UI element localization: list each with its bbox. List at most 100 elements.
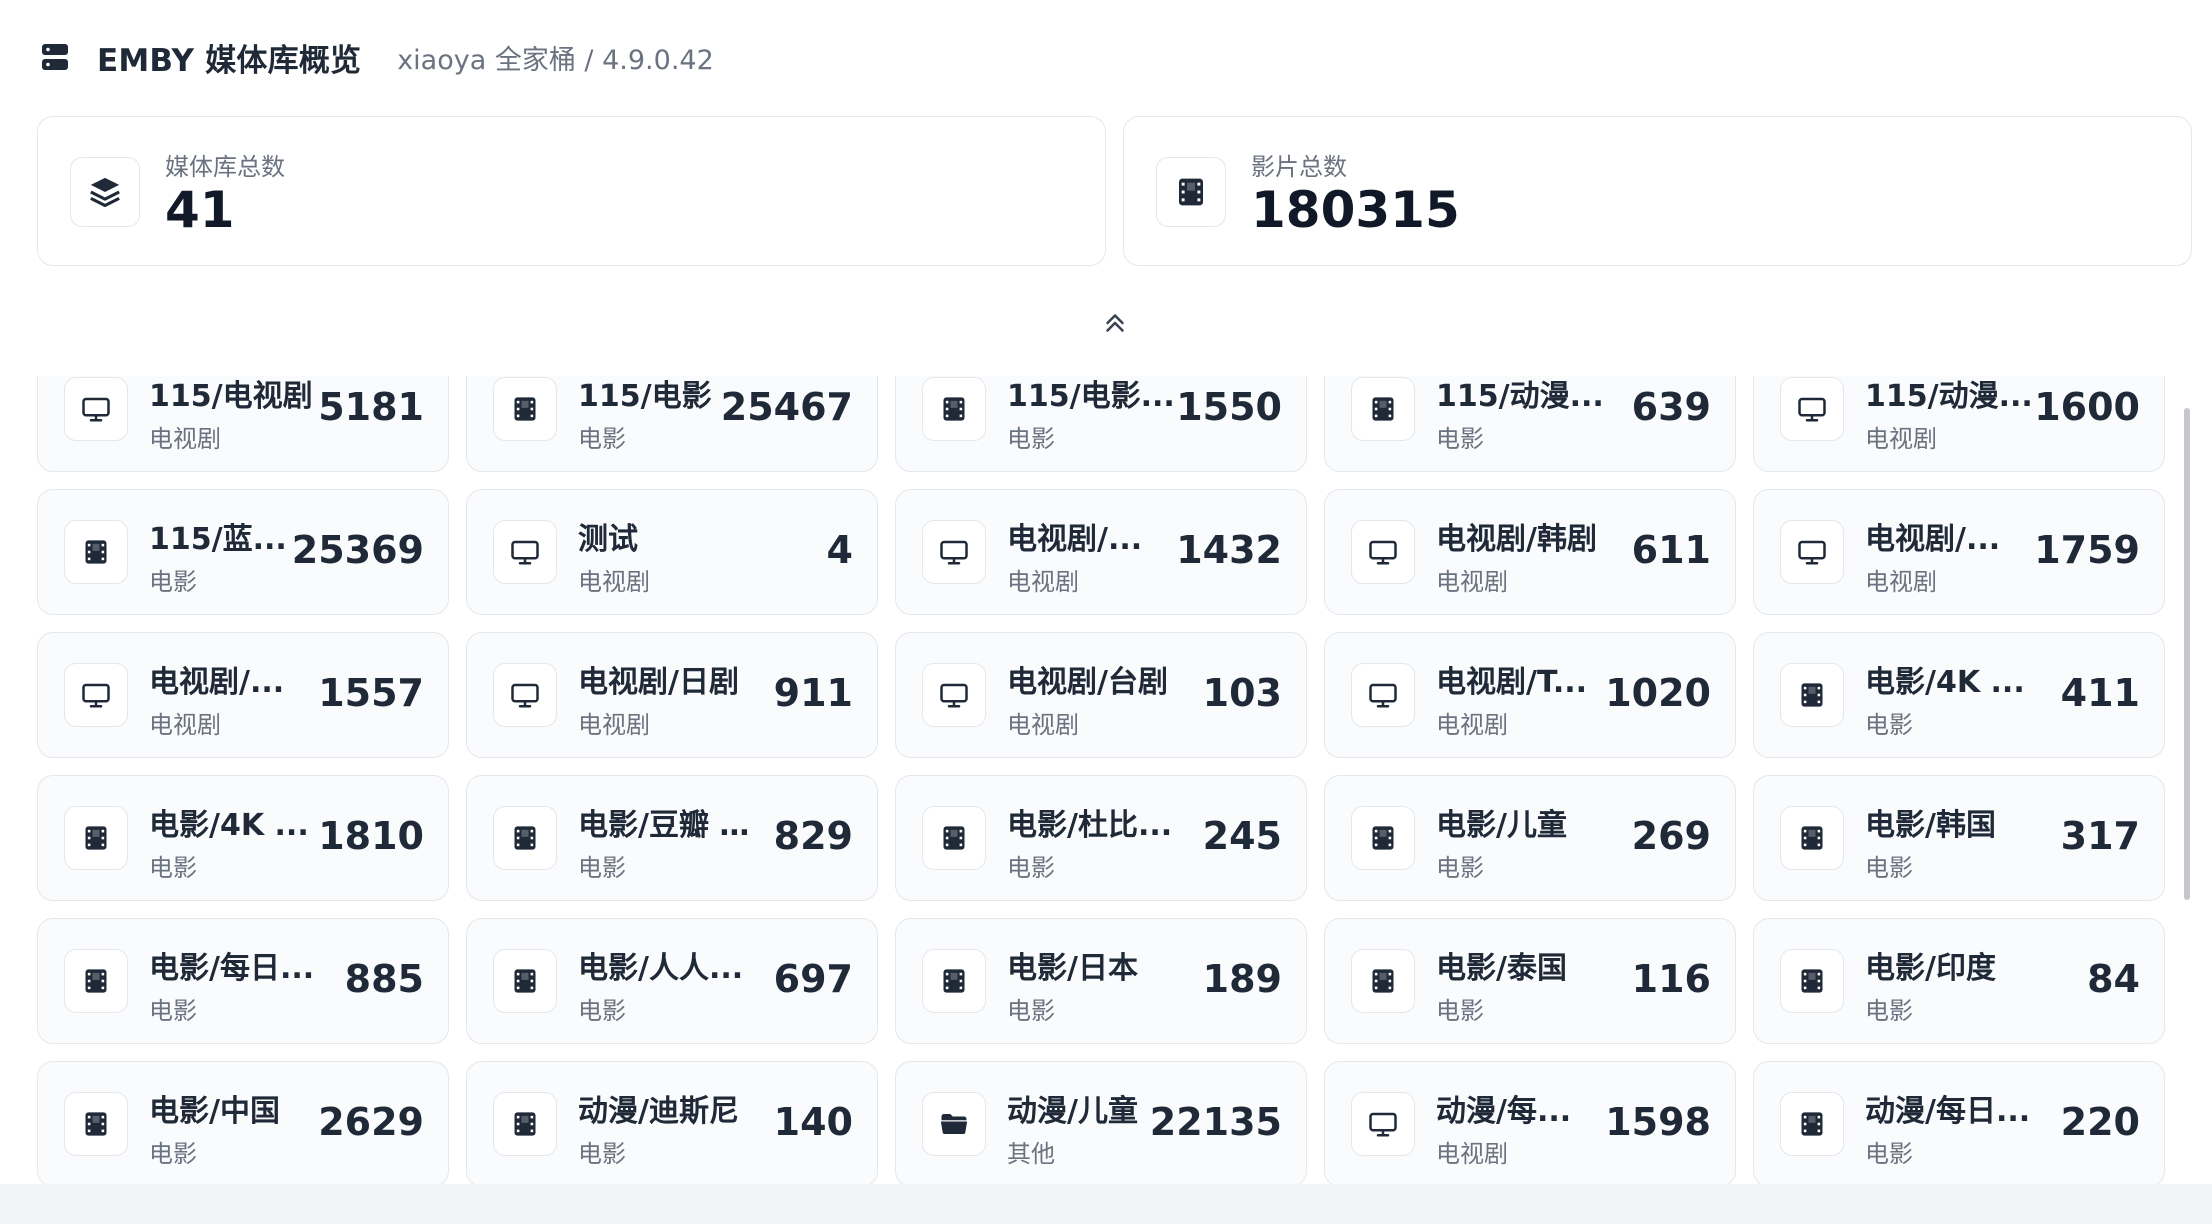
library-type: 电影: [578, 997, 626, 1025]
tv-icon: [64, 663, 128, 727]
film-icon: [1780, 1092, 1844, 1156]
chevrons-up-icon[interactable]: [1098, 306, 1132, 340]
library-card[interactable]: 电影/印度 电影 84: [1753, 918, 2165, 1044]
library-name: 动漫/每日...: [1865, 1094, 2031, 1129]
library-card[interactable]: 电影/人人... 电影 697: [466, 918, 878, 1044]
film-icon: [1351, 949, 1415, 1013]
stat-label: 影片总数: [1251, 153, 1347, 181]
library-card[interactable]: 115/电视剧 电视剧 5181: [37, 376, 449, 472]
library-card[interactable]: 动漫/迪斯尼 电影 140: [466, 1061, 878, 1184]
film-icon: [922, 377, 986, 441]
library-name: 电影/日本: [1007, 951, 1138, 986]
library-name: 电影/4K ...: [1865, 665, 2025, 700]
library-type: 电视剧: [1865, 568, 1937, 596]
library-count: 22135: [1149, 1100, 1282, 1144]
film-icon: [493, 806, 557, 870]
library-card[interactable]: 电影/豆瓣 ... 电影 829: [466, 775, 878, 901]
library-card[interactable]: 115/动漫... 电视剧 1600: [1753, 376, 2165, 472]
stat-label: 媒体库总数: [165, 153, 285, 181]
film-icon: [1351, 377, 1415, 441]
library-card[interactable]: 电影/杜比... 电影 245: [895, 775, 1307, 901]
library-card[interactable]: 电影/泰国 电影 116: [1324, 918, 1736, 1044]
tv-icon: [1351, 663, 1415, 727]
library-card[interactable]: 动漫/每日... 电影 220: [1753, 1061, 2165, 1184]
library-name: 电视剧/T...: [1436, 665, 1588, 700]
library-card[interactable]: 115/电影 电影 25467: [466, 376, 878, 472]
stat-card-libraries: 媒体库总数 41: [37, 116, 1106, 266]
film-icon: [64, 1092, 128, 1156]
library-name: 电影/每日...: [149, 951, 315, 986]
library-type: 电影: [1865, 711, 1913, 739]
library-type: 电视剧: [149, 425, 221, 453]
library-type: 电影: [1865, 1140, 1913, 1168]
library-type: 电影: [1007, 854, 1055, 882]
library-card[interactable]: 电视剧/T... 电视剧 1020: [1324, 632, 1736, 758]
library-count: 829: [773, 814, 853, 858]
library-type: 电影: [149, 997, 197, 1025]
library-count: 84: [2087, 957, 2140, 1001]
tv-icon: [922, 520, 986, 584]
library-count: 911: [773, 671, 853, 715]
library-card[interactable]: 动漫/儿童 其他 22135: [895, 1061, 1307, 1184]
library-name: 电视剧/台剧: [1007, 665, 1168, 700]
library-card[interactable]: 电影/每日... 电影 885: [37, 918, 449, 1044]
library-card[interactable]: 电视剧/... 电视剧 1557: [37, 632, 449, 758]
library-type: 电影: [1865, 854, 1913, 882]
library-count: 1557: [318, 671, 424, 715]
library-name: 动漫/迪斯尼: [578, 1094, 739, 1129]
library-count: 116: [1631, 957, 1711, 1001]
library-count: 140: [773, 1100, 853, 1144]
film-icon: [1351, 806, 1415, 870]
stat-value: 180315: [1251, 181, 1460, 239]
library-name: 115/电影...: [1007, 379, 1175, 414]
library-count: 1810: [318, 814, 424, 858]
library-card[interactable]: 电影/中国 电影 2629: [37, 1061, 449, 1184]
library-name: 电影/泰国: [1436, 951, 1567, 986]
scrollbar[interactable]: [2184, 408, 2190, 900]
library-card[interactable]: 电视剧/台剧 电视剧 103: [895, 632, 1307, 758]
library-card[interactable]: 电视剧/... 电视剧 1759: [1753, 489, 2165, 615]
library-count: 411: [2060, 671, 2140, 715]
library-type: 电影: [1436, 425, 1484, 453]
library-card[interactable]: 115/电影... 电影 1550: [895, 376, 1307, 472]
library-count: 697: [773, 957, 853, 1001]
library-type: 电影: [1007, 997, 1055, 1025]
library-type: 电视剧: [1865, 425, 1937, 453]
library-list[interactable]: 115/电视剧 电视剧 5181 115/电影 电影 25467 115/电影... 电影 15…: [0, 376, 2212, 1184]
library-name: 电影/儿童: [1436, 808, 1567, 843]
library-count: 885: [344, 957, 424, 1001]
library-card[interactable]: 电视剧/日剧 电视剧 911: [466, 632, 878, 758]
library-card[interactable]: 电影/4K ... 电影 1810: [37, 775, 449, 901]
library-type: 电视剧: [1436, 568, 1508, 596]
library-count: 1432: [1176, 528, 1282, 572]
library-name: 电影/4K ...: [149, 808, 309, 843]
library-name: 测试: [578, 522, 638, 557]
library-count: 639: [1631, 385, 1711, 429]
library-count: 25369: [291, 528, 424, 572]
library-card[interactable]: 115/动漫... 电影 639: [1324, 376, 1736, 472]
library-count: 2629: [318, 1100, 424, 1144]
tv-icon: [1780, 520, 1844, 584]
library-card[interactable]: 电影/日本 电影 189: [895, 918, 1307, 1044]
library-type: 电视剧: [1436, 711, 1508, 739]
library-type: 电影: [578, 425, 626, 453]
library-type: 电影: [149, 568, 197, 596]
library-name: 电视剧/...: [1865, 522, 2001, 557]
library-card[interactable]: 电视剧/... 电视剧 1432: [895, 489, 1307, 615]
library-card[interactable]: 电影/4K ... 电影 411: [1753, 632, 2165, 758]
library-card[interactable]: 115/蓝... 电影 25369: [37, 489, 449, 615]
layers-icon: [70, 157, 140, 227]
library-count: 269: [1631, 814, 1711, 858]
tv-icon: [1351, 520, 1415, 584]
library-name: 115/动漫...: [1865, 379, 2033, 414]
library-type: 电影: [149, 854, 197, 882]
library-card[interactable]: 电视剧/韩剧 电视剧 611: [1324, 489, 1736, 615]
library-card[interactable]: 动漫/每... 电视剧 1598: [1324, 1061, 1736, 1184]
tv-icon: [1780, 377, 1844, 441]
library-count: 1759: [2034, 528, 2140, 572]
library-card[interactable]: 测试 电视剧 4: [466, 489, 878, 615]
library-card[interactable]: 电影/儿童 电影 269: [1324, 775, 1736, 901]
library-card[interactable]: 电影/韩国 电影 317: [1753, 775, 2165, 901]
library-count: 4: [826, 528, 853, 572]
library-count: 1600: [2034, 385, 2140, 429]
